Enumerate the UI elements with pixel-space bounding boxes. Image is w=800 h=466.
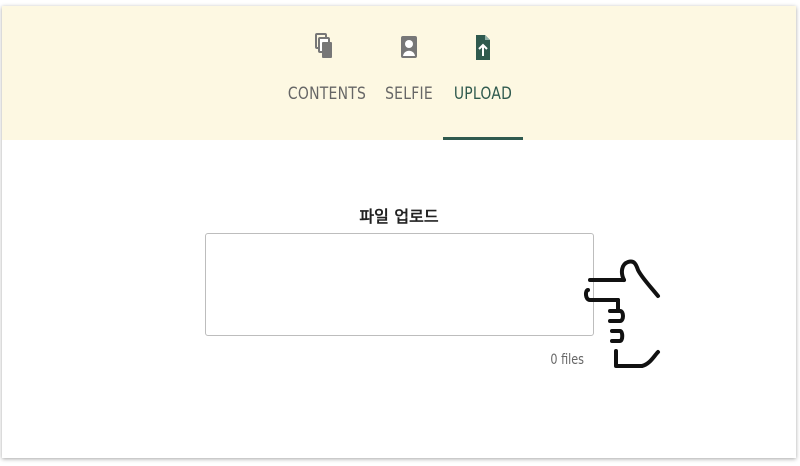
tab-bar: CONTENTS SELFIE UPLOAD [2,6,796,140]
tab-contents-indicator [280,137,368,140]
tab-contents[interactable]: CONTENTS [280,30,368,140]
portrait-icon [401,36,417,58]
tab-selfie[interactable]: SELFIE [378,30,440,140]
upload-title: 파일 업로드 [359,207,439,226]
tab-upload[interactable]: UPLOAD [443,30,523,140]
app-frame: CONTENTS SELFIE UPLOAD 파일 업로드 0 files [2,6,796,458]
tab-upload-indicator [443,137,523,140]
pointing-hand-icon [583,259,660,368]
file-dropzone[interactable] [205,233,594,336]
tab-upload-label: UPLOAD [453,84,513,104]
tab-selfie-label: SELFIE [385,84,433,104]
copy-icon [315,33,332,58]
file-upload-icon [476,35,490,60]
tab-selfie-indicator [378,137,440,140]
tab-contents-label: CONTENTS [287,84,367,104]
file-count: 0 files [550,352,584,368]
